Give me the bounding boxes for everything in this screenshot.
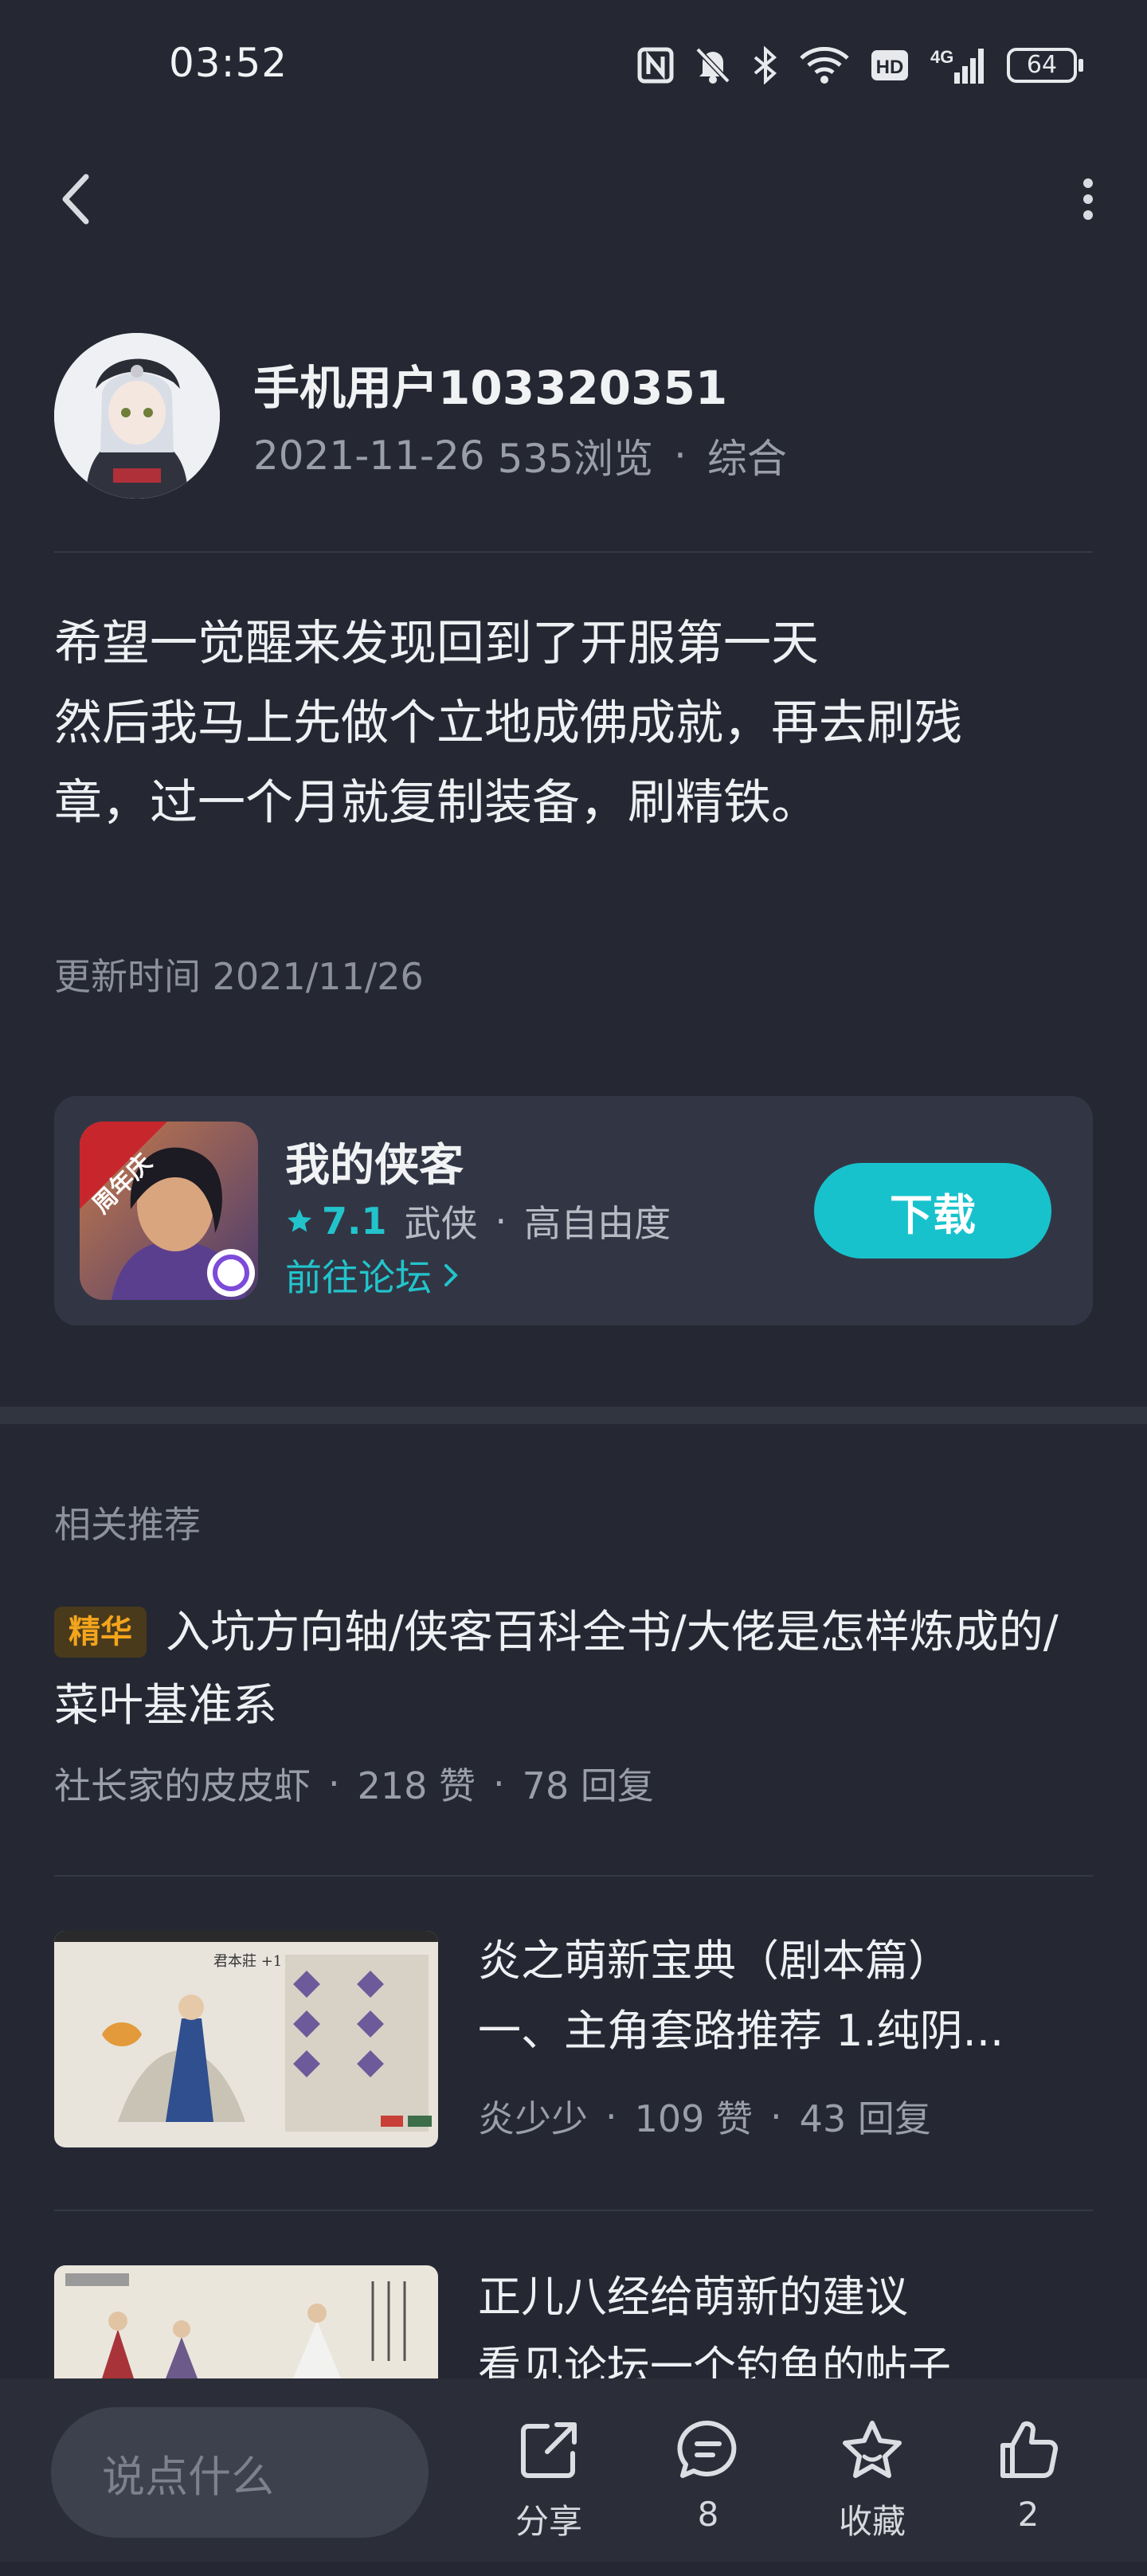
post-date: 2021-11-26 [253, 433, 485, 479]
related-thumbnail[interactable] [54, 2265, 438, 2378]
forum-link-label: 前往论坛 [285, 1256, 432, 1299]
post-category[interactable]: 综合 [707, 427, 787, 484]
download-button[interactable]: 下载 [814, 1163, 1051, 1259]
meta-separator: · [493, 1762, 505, 1805]
svg-text:HD: HD [876, 57, 904, 78]
chevron-left-icon [62, 174, 89, 225]
related-item-title[interactable]: 炎之萌新宝典（剧本篇） 一、主角套路推荐 1.纯阴... [478, 1926, 1067, 2066]
forum-link[interactable]: 前往论坛 [285, 1249, 462, 1302]
bluetooth-icon [754, 46, 777, 84]
star-outline-icon [843, 2421, 902, 2478]
thumbs-up-icon [1000, 2421, 1059, 2478]
reply-count: 43 回复 [799, 2097, 931, 2140]
favorite-label: 收藏 [838, 2502, 906, 2541]
divider [54, 2210, 1093, 2211]
related-item-meta: 社长家的皮皮虾 · 218 赞 · 78 回复 [54, 1757, 654, 1810]
section-divider [0, 1407, 1147, 1424]
related-author: 炎少少 [478, 2097, 588, 2140]
game-meta: 7.1 武侠 · 高自由度 [285, 1195, 671, 1247]
chevron-right-icon [444, 1264, 458, 1286]
game-rating: 7.1 [285, 1200, 387, 1243]
mute-icon [695, 47, 730, 84]
comment-button[interactable]: 8 [648, 2417, 768, 2576]
like-button[interactable]: 2 [969, 2417, 1088, 2576]
related-item-line: 正儿八经给萌新的建议 [478, 2272, 908, 2322]
author-meta: 2021-11-26 535浏览 · 综合 [253, 427, 787, 484]
related-item-line: 一、主角套路推荐 1.纯阴... [478, 2006, 1004, 2056]
signal-icon: 4G [930, 47, 984, 84]
like-count: 109 赞 [634, 2097, 754, 2140]
hd-icon: HD [871, 50, 908, 80]
featured-badge: 精华 [54, 1607, 147, 1658]
like-count: 2 [1017, 2495, 1039, 2534]
more-button[interactable] [1043, 167, 1099, 231]
wifi-icon [800, 47, 849, 84]
favorite-button[interactable]: 收藏 [812, 2417, 932, 2576]
post-line: 然后我马上先做个立地成佛成就，再去刷残 [54, 695, 962, 751]
divider [54, 1875, 1093, 1877]
game-tag: 武侠 [404, 1202, 478, 1245]
battery-level: 64 [1026, 51, 1058, 79]
post-line: 希望一觉醒来发现回到了开服第一天 [54, 616, 819, 671]
star-icon [288, 1209, 311, 1232]
view-count: 535浏览 [497, 436, 654, 482]
related-item-title[interactable]: 正儿八经给萌新的建议 看见论坛一个钓鱼的帖子 [478, 2262, 1067, 2378]
svg-text:4G: 4G [930, 47, 953, 67]
meta-separator: · [770, 2095, 782, 2138]
comment-count: 8 [697, 2495, 719, 2534]
game-rating-value: 7.1 [322, 1200, 387, 1243]
meta-separator: · [674, 433, 687, 479]
status-icons: HD 4G 64 [637, 41, 1083, 89]
related-thumbnail[interactable]: 君本莊 +1 [54, 1931, 438, 2147]
meta-separator: · [605, 2095, 617, 2138]
thumbnail-image [54, 2265, 438, 2378]
post-line: 章，过一个月就复制装备，刷精铁。 [54, 775, 819, 831]
related-item-title[interactable]: 精华 入坑方向轴/侠客百科全书/大佬是怎样炼成的/菜叶基准系 [54, 1596, 1098, 1743]
share-icon [521, 2422, 577, 2478]
nfc-icon [637, 47, 674, 84]
related-item-line: 炎之萌新宝典（剧本篇） [478, 1936, 951, 1986]
related-title: 相关推荐 [54, 1503, 201, 1546]
author-name[interactable]: 手机用户103320351 [253, 350, 727, 417]
share-button[interactable]: 分享 [489, 2417, 609, 2576]
avatar-image [54, 333, 220, 499]
svg-text:君本莊 +1: 君本莊 +1 [213, 1953, 282, 1970]
comment-input[interactable]: 说点什么 [51, 2407, 429, 2538]
avatar[interactable] [54, 333, 220, 499]
battery-icon: 64 [1007, 48, 1083, 83]
more-vertical-icon [1083, 178, 1093, 220]
thumbnail-image: 君本莊 +1 [54, 1931, 438, 2147]
reply-count: 78 回复 [522, 1764, 654, 1807]
game-name[interactable]: 我的侠客 [285, 1129, 464, 1194]
meta-separator: · [328, 1762, 340, 1805]
back-button[interactable] [48, 167, 104, 231]
related-item-line: 看见论坛一个钓鱼的帖子 [478, 2342, 951, 2378]
related-item-text: 入坑方向轴/侠客百科全书/大佬是怎样炼成的/菜叶基准系 [54, 1607, 1059, 1732]
game-tag: 高自由度 [524, 1202, 671, 1245]
comment-icon [677, 2420, 737, 2478]
status-time: 03:52 [169, 40, 288, 86]
update-time: 更新时间 2021/11/26 [54, 955, 424, 998]
meta-separator: · [495, 1200, 507, 1243]
post-body: 希望一觉醒来发现回到了开服第一天 然后我马上先做个立地成佛成就，再去刷残 章，过… [54, 604, 1098, 843]
share-label: 分享 [515, 2502, 582, 2541]
related-author: 社长家的皮皮虾 [54, 1764, 311, 1807]
related-item-meta: 炎少少 · 109 赞 · 43 回复 [478, 2090, 931, 2143]
divider [54, 551, 1093, 553]
like-count: 218 赞 [357, 1764, 476, 1807]
